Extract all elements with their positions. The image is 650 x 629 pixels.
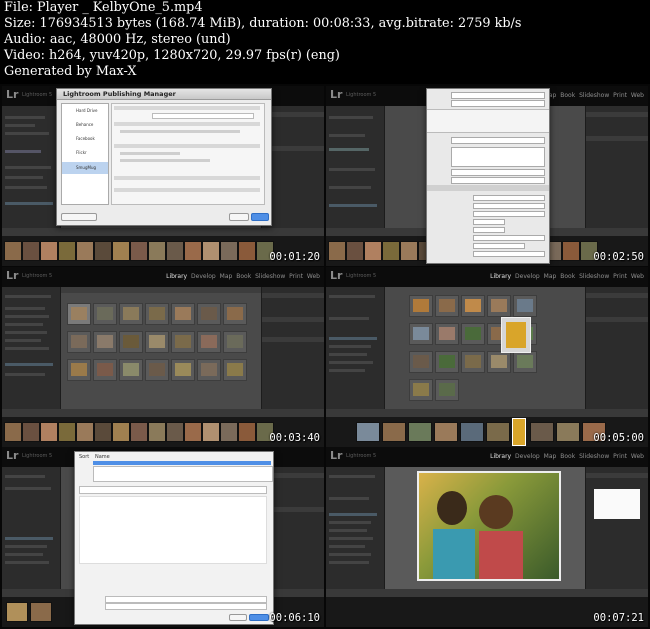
lightroom-logo: Lr <box>6 449 19 462</box>
audio-info-line: Audio: aac, 48000 Hz, stereo (und) <box>4 32 231 47</box>
lightroom-logo: Lr <box>330 88 343 101</box>
file-info-header: File: Player _ KelbyOne_5.mp4 Size: 1769… <box>0 0 650 84</box>
module-slideshow[interactable]: Slideshow <box>579 92 609 99</box>
module-web[interactable]: Web <box>631 92 644 99</box>
cancel-button[interactable] <box>229 614 247 621</box>
left-panel <box>326 467 385 589</box>
left-panel <box>326 106 385 228</box>
timestamp-5: 00:06:10 <box>269 612 320 624</box>
toolbar <box>2 228 324 236</box>
right-panel <box>261 287 324 409</box>
lightroom-logo: Lr <box>6 88 19 101</box>
video-thumbnail-5[interactable]: Lr Lightroom 5 Sort Name 00:06:10 <box>2 447 324 627</box>
video-thumbnail-3[interactable]: Lr Lightroom 5 Library Develop Map Book … <box>2 267 324 447</box>
create-button[interactable] <box>249 614 269 621</box>
plugin-manager-button[interactable] <box>61 213 97 221</box>
lightroom-name: Lightroom 5 <box>346 273 377 279</box>
naming-dialog[interactable]: Sort Name <box>74 451 274 625</box>
lightroom-logo: Lr <box>330 449 343 462</box>
lightroom-top-bar: Lr Lightroom 5 Library Develop Map Book … <box>326 267 648 288</box>
lightroom-name: Lightroom 5 <box>22 92 53 98</box>
selected-photo[interactable] <box>501 317 531 353</box>
module-develop[interactable]: Develop <box>515 453 540 460</box>
sort-label: Sort <box>79 454 90 460</box>
toolbar <box>2 409 324 417</box>
module-picker[interactable]: Library Develop Map Book Slideshow Print… <box>488 273 644 280</box>
module-library[interactable]: Library <box>166 273 187 280</box>
right-panel <box>585 467 648 589</box>
name-label: Name <box>95 454 110 460</box>
module-print[interactable]: Print <box>613 92 627 99</box>
cancel-button[interactable] <box>229 213 249 221</box>
lightroom-top-bar: Lr Lightroom 5 Library Develop Map Book … <box>326 447 648 468</box>
module-develop[interactable]: Develop <box>515 273 540 280</box>
video-thumbnail-4[interactable]: Lr Lightroom 5 Library Develop Map Book … <box>326 267 648 447</box>
grid-view <box>61 287 261 409</box>
toolbar <box>326 589 648 597</box>
lightroom-name: Lightroom 5 <box>22 273 53 279</box>
module-library[interactable]: Library <box>490 453 511 460</box>
lightroom-logo: Lr <box>6 269 19 282</box>
module-picker[interactable]: Library Develop Map Book Slideshow Print… <box>164 273 320 280</box>
generator-line: Generated by Max-X <box>4 64 137 79</box>
module-slideshow[interactable]: Slideshow <box>579 273 609 280</box>
save-button[interactable] <box>251 213 269 221</box>
module-book[interactable]: Book <box>560 92 575 99</box>
timestamp-1: 00:01:20 <box>269 251 320 263</box>
selected-row[interactable] <box>93 461 271 465</box>
module-web[interactable]: Web <box>631 273 644 280</box>
module-print[interactable]: Print <box>613 273 627 280</box>
lightroom-name: Lightroom 5 <box>346 453 377 459</box>
module-print[interactable]: Print <box>289 273 303 280</box>
service-flickr[interactable]: Flickr <box>76 150 87 155</box>
module-map[interactable]: Map <box>544 273 557 280</box>
module-book[interactable]: Book <box>236 273 251 280</box>
module-book[interactable]: Book <box>560 273 575 280</box>
module-library[interactable]: Library <box>490 273 511 280</box>
video-info-line: Video: h264, yuv420p, 1280x720, 29.97 fp… <box>4 48 340 63</box>
video-thumbnail-6[interactable]: Lr Lightroom 5 Library Develop Map Book … <box>326 447 648 627</box>
file-name-line: File: Player _ KelbyOne_5.mp4 <box>4 0 203 15</box>
module-map[interactable]: Map <box>220 273 233 280</box>
lightroom-name: Lightroom 5 <box>22 453 53 459</box>
timestamp-6: 00:07:21 <box>593 612 644 624</box>
module-book[interactable]: Book <box>560 453 575 460</box>
lightroom-top-bar: Lr Lightroom 5 Library Develop Map Book … <box>2 267 324 288</box>
module-slideshow[interactable]: Slideshow <box>255 273 285 280</box>
grid-view <box>385 287 585 409</box>
module-slideshow[interactable]: Slideshow <box>579 453 609 460</box>
service-smugmug[interactable]: SmugMug <box>76 165 96 170</box>
timestamp-2: 00:02:50 <box>593 251 644 263</box>
module-web[interactable]: Web <box>631 453 644 460</box>
publish-settings-dialog[interactable] <box>426 88 550 264</box>
right-panel <box>585 287 648 409</box>
service-behance[interactable]: Behance <box>76 122 93 127</box>
toolbar <box>326 409 648 417</box>
timestamp-3: 00:03:40 <box>269 432 320 444</box>
video-thumbnail-2[interactable]: Lr Lightroom 5 Library Develop Map Book … <box>326 86 648 266</box>
service-facebook[interactable]: Facebook <box>76 136 95 141</box>
lightroom-logo: Lr <box>330 269 343 282</box>
timestamp-4: 00:05:00 <box>593 432 644 444</box>
left-panel <box>326 287 385 409</box>
main-photo <box>417 471 561 581</box>
module-web[interactable]: Web <box>307 273 320 280</box>
left-panel <box>2 287 61 409</box>
publishing-manager-dialog[interactable]: Lightroom Publishing Manager Hard Drive … <box>56 88 272 226</box>
module-picker[interactable]: Library Develop Map Book Slideshow Print… <box>488 453 644 460</box>
module-develop[interactable]: Develop <box>191 273 216 280</box>
left-panel <box>2 467 61 589</box>
module-map[interactable]: Map <box>544 453 557 460</box>
file-size-line: Size: 176934513 bytes (168.74 MiB), dura… <box>4 16 522 31</box>
lightroom-name: Lightroom 5 <box>346 92 377 98</box>
module-print[interactable]: Print <box>613 453 627 460</box>
right-panel <box>585 106 648 228</box>
video-thumbnail-1[interactable]: Lr Lightroom 5 Lightroom Publishing Mana… <box>2 86 324 266</box>
dialog-title: Lightroom Publishing Manager <box>63 90 176 98</box>
service-list[interactable]: Hard Drive Behance Facebook Flickr SmugM… <box>61 103 109 205</box>
service-hard-drive[interactable]: Hard Drive <box>76 108 98 113</box>
left-panel <box>2 106 61 228</box>
loupe-view <box>385 467 585 589</box>
